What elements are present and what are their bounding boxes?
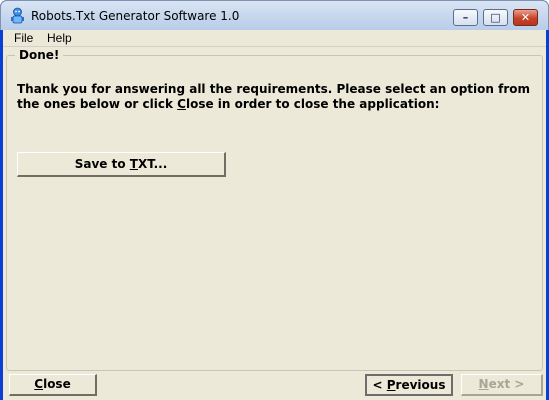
previous-button[interactable]: < Previous: [365, 374, 453, 396]
previous-button-accelerator: P: [386, 378, 396, 392]
minimize-button[interactable]: –: [453, 9, 478, 26]
close-icon: ✕: [520, 11, 531, 24]
next-button: Next >: [461, 374, 543, 396]
previous-button-arrow: <: [372, 378, 387, 392]
menu-bar: File Help: [3, 30, 546, 47]
minimize-icon: –: [462, 11, 469, 24]
group-title: Done!: [15, 48, 64, 62]
maximize-button[interactable]: □: [483, 9, 508, 26]
message-close-accelerator: C: [177, 97, 186, 111]
save-button-accelerator: T: [129, 157, 138, 171]
close-window-button[interactable]: ✕: [513, 9, 538, 26]
done-groupbox: Done! Thank you for answering all the re…: [6, 48, 543, 371]
app-window: Robots.Txt Generator Software 1.0 – □ ✕ …: [0, 0, 549, 400]
close-button[interactable]: Close: [9, 374, 97, 396]
message-close-rest: lose: [185, 97, 214, 111]
completion-message: Thank you for answering all the requirem…: [17, 82, 543, 112]
title-bar[interactable]: Robots.Txt Generator Software 1.0 – □ ✕: [0, 0, 549, 30]
previous-button-label: revious: [395, 378, 446, 392]
wizard-button-bar: Close < Previous Next >: [3, 371, 546, 400]
next-button-label: ext >: [488, 377, 525, 391]
maximize-icon: □: [490, 11, 501, 24]
save-to-txt-button[interactable]: Save to TXT...: [17, 152, 226, 177]
client-area: File Help Done! Thank you for answering …: [3, 30, 546, 400]
menu-help[interactable]: Help: [47, 31, 72, 45]
menu-file[interactable]: File: [14, 31, 33, 45]
close-button-label: lose: [43, 377, 71, 391]
close-button-accelerator: C: [34, 377, 44, 391]
next-button-accelerator: N: [478, 377, 489, 391]
window-title: Robots.Txt Generator Software 1.0: [31, 9, 240, 23]
save-button-label-post: XT...: [137, 157, 168, 171]
message-text-part2: in order to close the application:: [213, 97, 440, 111]
robot-app-icon: [11, 7, 24, 24]
save-button-label-pre: Save to: [74, 157, 130, 171]
